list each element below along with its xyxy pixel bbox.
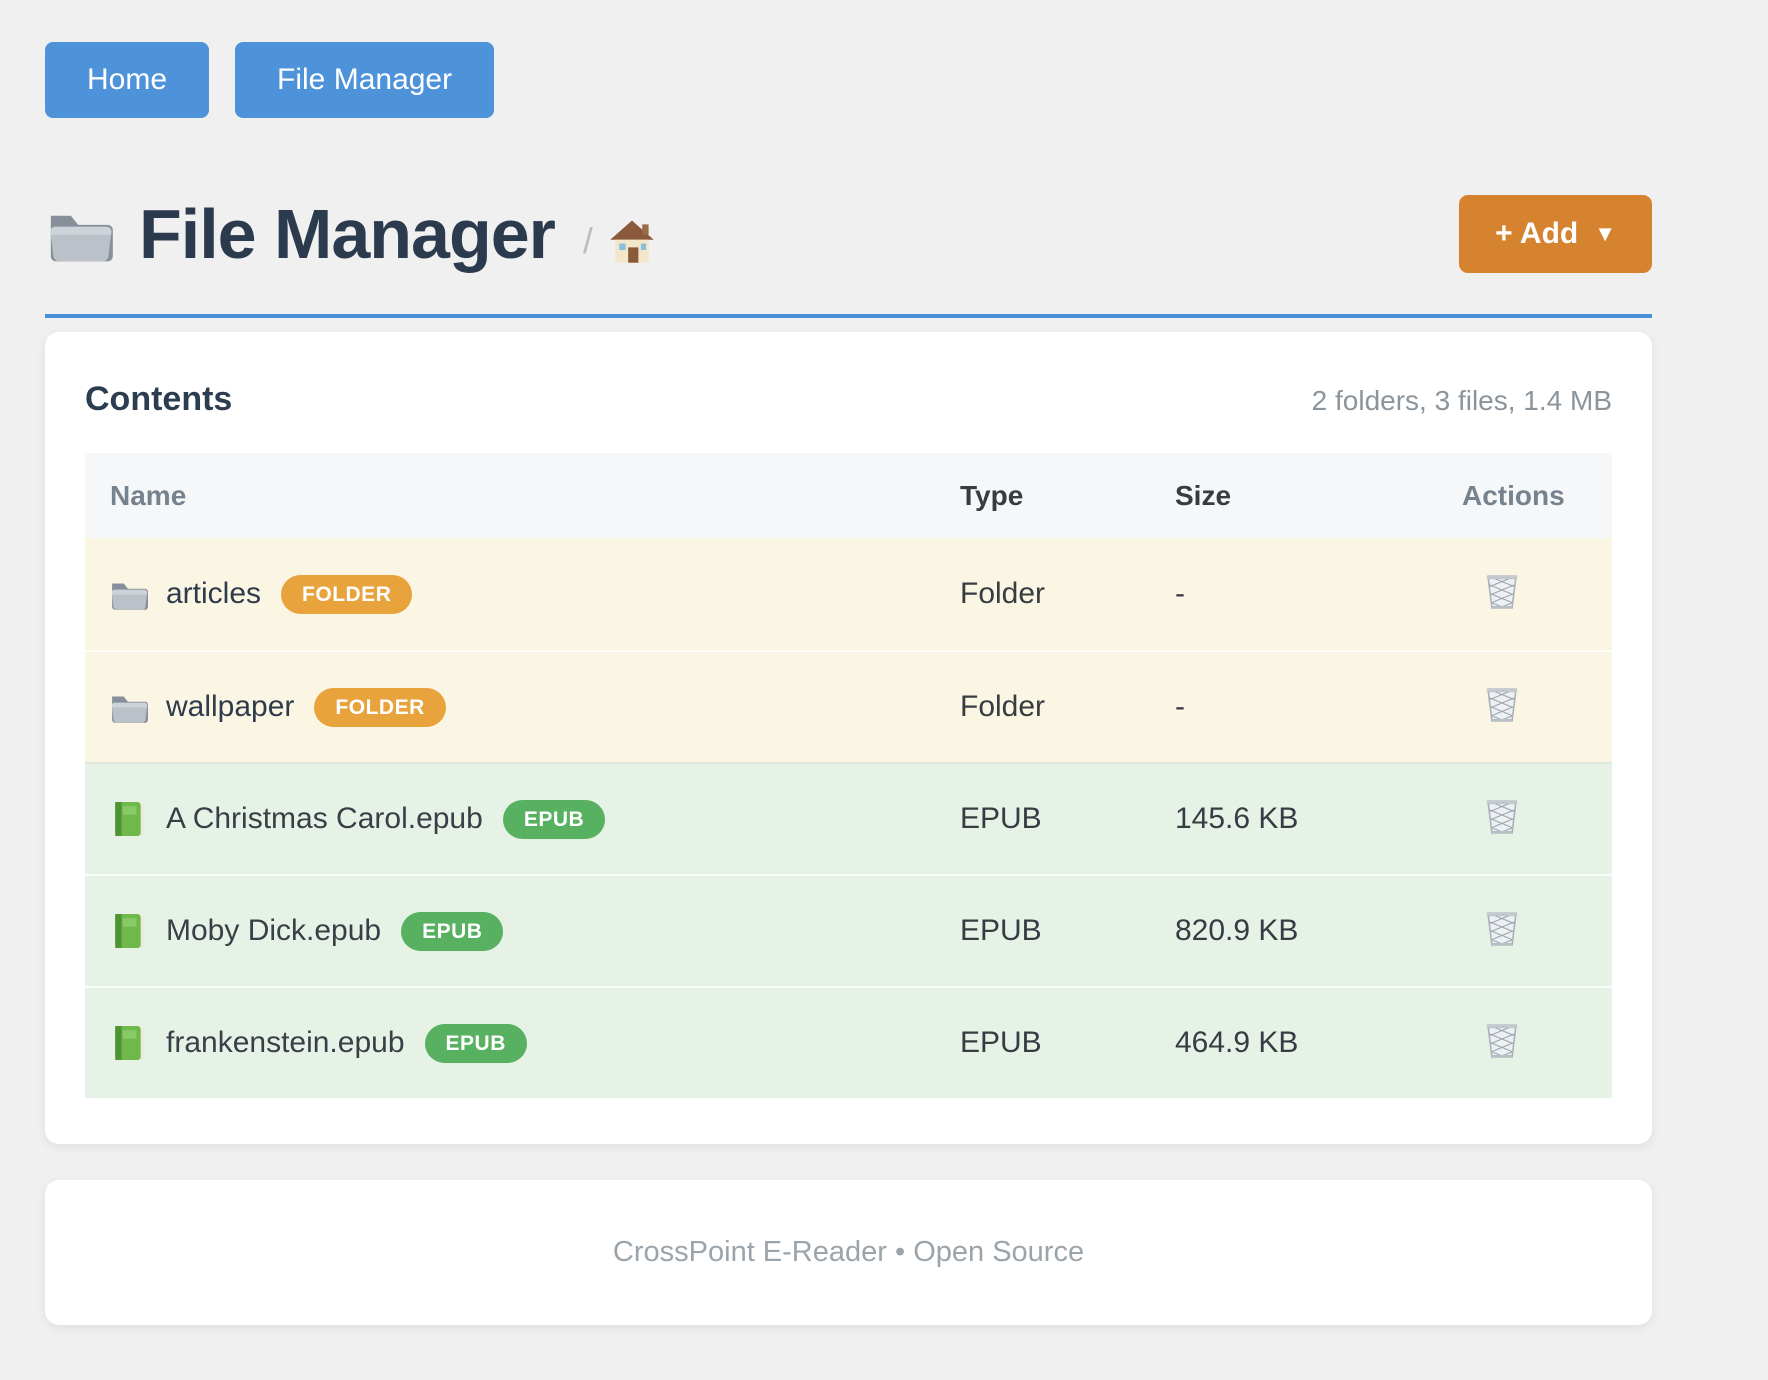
file-name[interactable]: wallpaper <box>166 690 294 724</box>
type-cell: EPUB <box>960 802 1175 836</box>
type-badge: FOLDER <box>281 575 412 614</box>
folder-icon <box>110 689 148 725</box>
add-button[interactable]: + Add ▼ <box>1459 195 1652 273</box>
caret-down-icon: ▼ <box>1594 221 1616 247</box>
breadcrumb-separator: / <box>583 220 593 262</box>
page-title: File Manager <box>139 194 555 274</box>
contents-card: Contents 2 folders, 3 files, 1.4 MB Name… <box>45 332 1652 1144</box>
trash-icon <box>1484 794 1520 836</box>
contents-summary: 2 folders, 3 files, 1.4 MB <box>1312 385 1612 417</box>
type-cell: EPUB <box>960 1026 1175 1060</box>
footer: CrossPoint E-Reader • Open Source <box>45 1180 1652 1325</box>
file-name[interactable]: frankenstein.epub <box>166 1026 405 1060</box>
column-header-actions: Actions <box>1462 480 1612 512</box>
type-cell: EPUB <box>960 914 1175 948</box>
type-badge: EPUB <box>401 912 503 951</box>
top-nav: Home File Manager <box>45 0 1652 118</box>
file-name[interactable]: articles <box>166 577 261 611</box>
delete-button[interactable] <box>1484 906 1520 948</box>
table-row: frankenstein.epub EPUB EPUB 464.9 KB <box>85 986 1612 1098</box>
table-row: articles FOLDER Folder - <box>85 538 1612 650</box>
table-row: wallpaper FOLDER Folder - <box>85 650 1612 762</box>
page: Home File Manager File Manager / + Add ▼… <box>45 0 1652 1325</box>
home-icon[interactable] <box>609 219 655 263</box>
trash-icon <box>1484 569 1520 611</box>
type-cell: Folder <box>960 690 1175 724</box>
file-name[interactable]: Moby Dick.epub <box>166 914 381 948</box>
table-row: Moby Dick.epub EPUB EPUB 820.9 KB <box>85 874 1612 986</box>
book-icon <box>110 913 148 949</box>
size-cell: 145.6 KB <box>1175 802 1462 836</box>
column-header-size: Size <box>1175 480 1462 512</box>
trash-icon <box>1484 906 1520 948</box>
size-cell: 820.9 KB <box>1175 914 1462 948</box>
table-row: A Christmas Carol.epub EPUB EPUB 145.6 K… <box>85 762 1612 874</box>
folder-icon <box>110 576 148 612</box>
home-nav-button[interactable]: Home <box>45 42 209 118</box>
file-name[interactable]: A Christmas Carol.epub <box>166 802 483 836</box>
type-badge: EPUB <box>425 1024 527 1063</box>
book-icon <box>110 1025 148 1061</box>
delete-button[interactable] <box>1484 569 1520 611</box>
delete-button[interactable] <box>1484 682 1520 724</box>
folder-icon <box>45 203 115 265</box>
book-icon <box>110 801 148 837</box>
size-cell: 464.9 KB <box>1175 1026 1462 1060</box>
trash-icon <box>1484 1018 1520 1060</box>
size-cell: - <box>1175 577 1462 611</box>
file-manager-nav-button[interactable]: File Manager <box>235 42 494 118</box>
type-badge: FOLDER <box>314 688 445 727</box>
delete-button[interactable] <box>1484 1018 1520 1060</box>
header-divider <box>45 314 1652 318</box>
column-header-name: Name <box>85 480 960 512</box>
size-cell: - <box>1175 690 1462 724</box>
type-cell: Folder <box>960 577 1175 611</box>
trash-icon <box>1484 682 1520 724</box>
table-header-row: Name Type Size Actions <box>85 453 1612 538</box>
file-table: Name Type Size Actions articles FOLDER F… <box>85 453 1612 1098</box>
column-header-type: Type <box>960 480 1175 512</box>
contents-heading: Contents <box>85 380 1312 419</box>
table-body: articles FOLDER Folder - wallpaper FOLDE… <box>85 538 1612 1098</box>
page-header: File Manager / + Add ▼ <box>45 194 1652 274</box>
add-button-label: + Add <box>1495 217 1578 251</box>
footer-text: CrossPoint E-Reader • Open Source <box>613 1236 1084 1269</box>
delete-button[interactable] <box>1484 794 1520 836</box>
type-badge: EPUB <box>503 800 605 839</box>
